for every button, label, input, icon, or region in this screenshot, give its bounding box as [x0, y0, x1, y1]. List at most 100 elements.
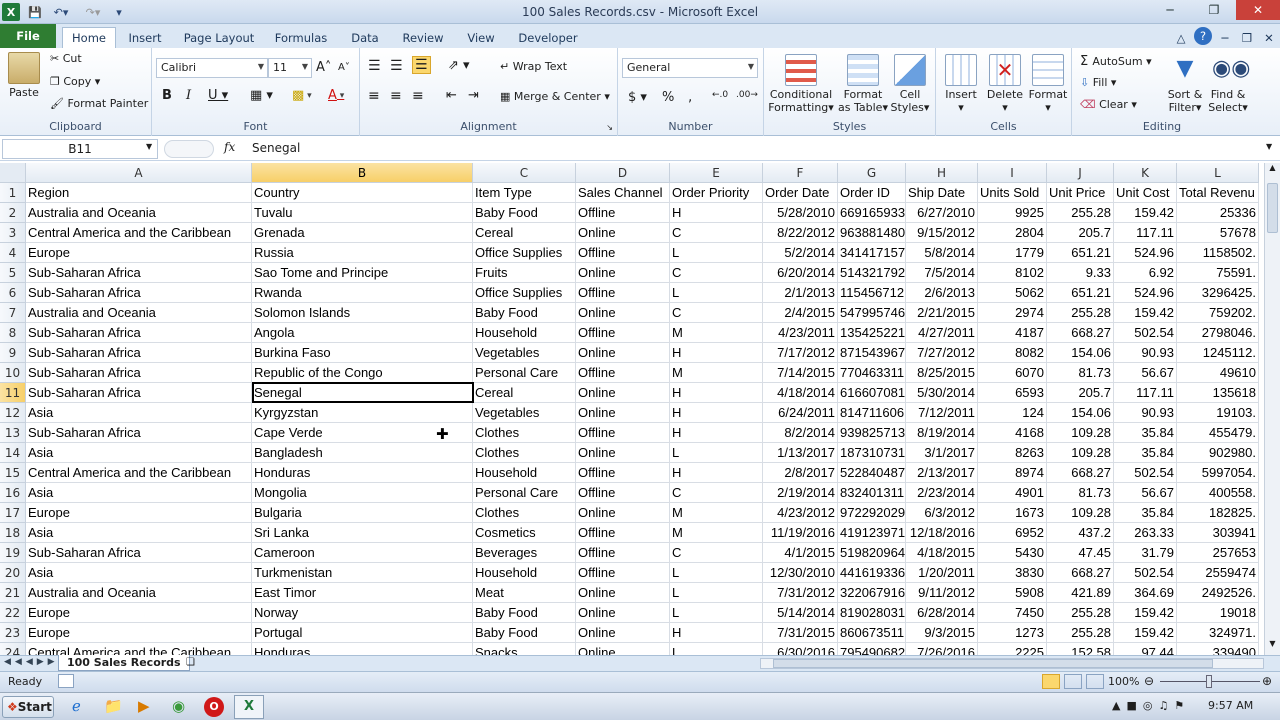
table-cell[interactable]: 8/22/2012	[763, 223, 838, 243]
table-cell[interactable]: 109.28	[1047, 443, 1114, 463]
orientation-icon[interactable]: ⇗ ▾	[448, 58, 470, 73]
table-cell[interactable]: 832401311	[838, 483, 906, 503]
table-cell[interactable]: Snacks	[473, 643, 576, 655]
table-cell[interactable]: Australia and Oceania	[26, 583, 252, 603]
table-cell[interactable]: Bangladesh	[252, 443, 473, 463]
align-top-icon[interactable]: ☰	[368, 58, 381, 74]
tab-home[interactable]: Home	[62, 27, 116, 48]
row-header[interactable]: 10	[0, 363, 26, 383]
help-icon[interactable]: ?	[1194, 27, 1212, 45]
row-header[interactable]: 13	[0, 423, 26, 443]
row-header[interactable]: 9	[0, 343, 26, 363]
table-cell[interactable]: 117.11	[1114, 223, 1177, 243]
table-cell[interactable]: 963881480	[838, 223, 906, 243]
table-cell[interactable]: 2492526.	[1177, 583, 1259, 603]
align-center-icon[interactable]: ≡	[390, 88, 402, 104]
table-cell[interactable]: 522840487	[838, 463, 906, 483]
table-cell[interactable]: Sri Lanka	[252, 523, 473, 543]
sort-filter-button[interactable]: ▼ Sort & Filter▾	[1164, 54, 1206, 114]
increase-indent-icon[interactable]: ⇥	[468, 88, 479, 103]
font-name-combo[interactable]: Calibri ▼	[156, 58, 268, 78]
clear-button[interactable]: ⌫ Clear ▾	[1080, 98, 1137, 111]
column-header-g[interactable]: G	[838, 163, 906, 183]
column-header-c[interactable]: C	[473, 163, 576, 183]
zoom-level[interactable]: 100%	[1108, 675, 1139, 688]
table-cell[interactable]: 1673	[978, 503, 1047, 523]
table-cell[interactable]: 770463311	[838, 363, 906, 383]
merge-center-button[interactable]: ▦ Merge & Center ▾	[500, 90, 610, 103]
tab-review[interactable]: Review	[398, 27, 448, 48]
table-cell[interactable]: 547995746	[838, 303, 906, 323]
column-title-cell[interactable]: Ship Date	[906, 183, 978, 203]
delete-cells-button[interactable]: ✕ Delete ▾	[984, 54, 1026, 114]
table-cell[interactable]: 4/27/2011	[906, 323, 978, 343]
scroll-down-icon[interactable]: ▼	[1266, 639, 1279, 655]
table-cell[interactable]: 255.28	[1047, 623, 1114, 643]
table-cell[interactable]: Baby Food	[473, 603, 576, 623]
font-size-combo[interactable]: 11 ▼	[268, 58, 312, 78]
table-cell[interactable]: 9/15/2012	[906, 223, 978, 243]
table-cell[interactable]: 6/27/2010	[906, 203, 978, 223]
table-cell[interactable]: 35.84	[1114, 443, 1177, 463]
table-cell[interactable]: 49610	[1177, 363, 1259, 383]
table-cell[interactable]: Offline	[576, 423, 670, 443]
column-title-cell[interactable]: Total Revenu	[1177, 183, 1259, 203]
table-cell[interactable]: 668.27	[1047, 563, 1114, 583]
table-cell[interactable]: Europe	[26, 243, 252, 263]
table-cell[interactable]: 56.67	[1114, 363, 1177, 383]
table-cell[interactable]: 90.93	[1114, 343, 1177, 363]
table-cell[interactable]: Grenada	[252, 223, 473, 243]
table-cell[interactable]: 3296425.	[1177, 283, 1259, 303]
row-header[interactable]: 6	[0, 283, 26, 303]
table-cell[interactable]: 124	[978, 403, 1047, 423]
column-header-l[interactable]: L	[1177, 163, 1259, 183]
table-cell[interactable]: 8082	[978, 343, 1047, 363]
table-cell[interactable]: Cosmetics	[473, 523, 576, 543]
align-middle-icon[interactable]: ☰	[390, 58, 403, 74]
table-cell[interactable]: Vegetables	[473, 403, 576, 423]
table-cell[interactable]: Australia and Oceania	[26, 303, 252, 323]
column-header-h[interactable]: H	[906, 163, 978, 183]
select-all-corner[interactable]	[0, 163, 26, 183]
table-cell[interactable]: C	[670, 543, 763, 563]
table-cell[interactable]: 25336	[1177, 203, 1259, 223]
table-cell[interactable]: 135425221	[838, 323, 906, 343]
table-cell[interactable]: Senegal	[252, 383, 473, 403]
table-cell[interactable]: 6/3/2012	[906, 503, 978, 523]
table-cell[interactable]: 339490	[1177, 643, 1259, 655]
table-cell[interactable]: 255.28	[1047, 603, 1114, 623]
font-color-icon[interactable]: A ▾	[328, 88, 344, 103]
tray-icons[interactable]: ▲■◎♫⚑	[1112, 699, 1190, 712]
table-cell[interactable]: Cereal	[473, 223, 576, 243]
table-cell[interactable]: 159.42	[1114, 303, 1177, 323]
table-cell[interactable]: 2/8/2017	[763, 463, 838, 483]
table-cell[interactable]: Baby Food	[473, 203, 576, 223]
fill-button[interactable]: ⇩ Fill ▾	[1080, 76, 1116, 89]
comma-style-icon[interactable]: ‚	[688, 90, 692, 105]
table-cell[interactable]: 7/31/2012	[763, 583, 838, 603]
table-cell[interactable]: Personal Care	[473, 363, 576, 383]
table-cell[interactable]: 502.54	[1114, 463, 1177, 483]
zoom-slider-thumb[interactable]	[1206, 675, 1212, 688]
table-cell[interactable]: Online	[576, 263, 670, 283]
table-cell[interactable]: 8974	[978, 463, 1047, 483]
column-title-cell[interactable]: Unit Cost	[1114, 183, 1177, 203]
table-cell[interactable]: Rwanda	[252, 283, 473, 303]
table-cell[interactable]: L	[670, 243, 763, 263]
table-cell[interactable]: 2/19/2014	[763, 483, 838, 503]
autosum-button[interactable]: Σ AutoSum ▾	[1080, 54, 1152, 69]
table-cell[interactable]: 4/23/2011	[763, 323, 838, 343]
table-cell[interactable]: 4168	[978, 423, 1047, 443]
minimize-button[interactable]: ─	[1148, 0, 1192, 20]
table-cell[interactable]: 651.21	[1047, 243, 1114, 263]
vertical-scrollbar[interactable]: ▲ ▼	[1264, 163, 1280, 655]
table-cell[interactable]: 4187	[978, 323, 1047, 343]
table-cell[interactable]: 11/19/2016	[763, 523, 838, 543]
table-cell[interactable]: 7/17/2012	[763, 343, 838, 363]
row-header[interactable]: 14	[0, 443, 26, 463]
table-cell[interactable]: 6.92	[1114, 263, 1177, 283]
table-cell[interactable]: L	[670, 443, 763, 463]
table-cell[interactable]: 5062	[978, 283, 1047, 303]
table-cell[interactable]: L	[670, 283, 763, 303]
tab-insert[interactable]: Insert	[122, 27, 168, 48]
